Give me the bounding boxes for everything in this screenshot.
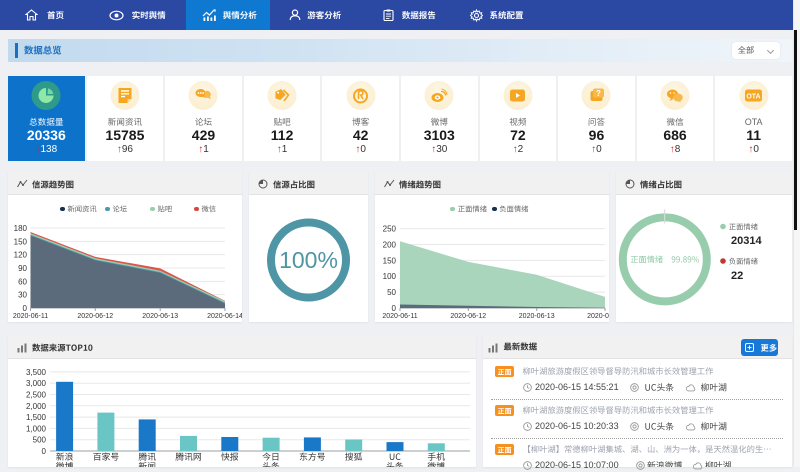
svg-text:100: 100 [383,272,397,281]
svg-text:2020-06-13: 2020-06-13 [519,313,555,320]
svg-text:2020-06-13: 2020-06-13 [142,313,178,320]
svg-text:150: 150 [14,237,28,246]
svg-text:1,000: 1,000 [26,424,47,433]
svg-text:0: 0 [392,304,397,313]
svg-text:20314: 20314 [731,235,762,247]
svg-text:0: 0 [23,304,28,313]
svg-text:100%: 100% [279,247,338,273]
svg-text:200: 200 [383,240,397,249]
svg-text:0: 0 [42,447,47,456]
svg-text:50: 50 [387,288,396,297]
svg-text:250: 250 [383,225,397,234]
svg-text:150: 150 [383,256,397,265]
svg-text:120: 120 [14,251,28,260]
svg-text:90: 90 [18,264,27,273]
svg-text:3,500: 3,500 [26,368,47,377]
svg-text:30: 30 [18,291,27,300]
svg-text:2020-06-14: 2020-06-14 [587,313,609,320]
svg-text:2020-06-12: 2020-06-12 [77,313,113,320]
svg-text:2,000: 2,000 [26,402,47,411]
svg-text:2,500: 2,500 [26,391,47,400]
svg-text:2020-06-14: 2020-06-14 [207,313,242,320]
svg-text:OTA: OTA [747,94,761,101]
svg-text:?: ? [596,89,601,98]
svg-text:3,000: 3,000 [26,379,47,388]
svg-text:22: 22 [731,270,743,282]
svg-text:500: 500 [33,436,47,445]
svg-text:60: 60 [18,277,27,286]
svg-text:180: 180 [14,224,28,233]
svg-text:2020-06-11: 2020-06-11 [13,313,48,320]
svg-text:2020-06-11: 2020-06-11 [382,313,417,320]
svg-text:1,500: 1,500 [26,413,47,422]
svg-text:2020-06-12: 2020-06-12 [450,313,486,320]
